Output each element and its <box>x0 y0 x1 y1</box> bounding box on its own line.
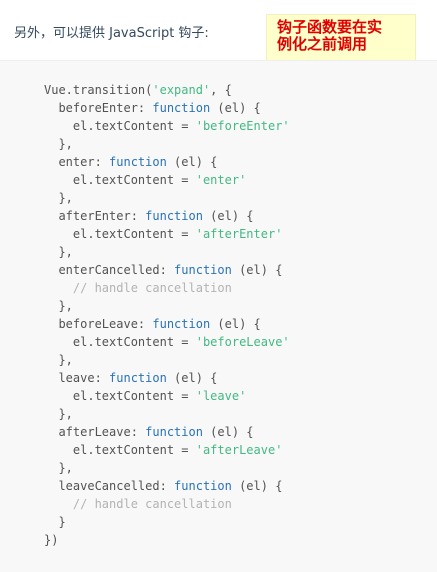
code-comment-token: // handle cancellation <box>72 497 232 511</box>
code-keyword-token: function <box>174 479 232 493</box>
code-line: }, <box>44 405 290 423</box>
code-keyword-token: function <box>145 209 203 223</box>
code-keyword-token: function <box>109 371 167 385</box>
code-string-token: 'expand' <box>152 83 211 97</box>
code-line: }, <box>44 351 290 369</box>
code-text-token: el.textContent = <box>72 173 196 187</box>
code-text-token: }, <box>58 191 73 205</box>
code-keyword-token: function <box>152 317 211 331</box>
code-text-token: , { <box>210 83 232 97</box>
code-line: enterCancelled: function (el) { <box>44 261 290 279</box>
code-line: // handle cancellation <box>44 279 290 297</box>
code-text-token: leave: <box>58 371 110 385</box>
code-line: el.textContent = 'afterEnter' <box>44 225 290 243</box>
code-keyword-token: function <box>152 101 211 115</box>
code-text-token: beforeLeave: <box>58 317 153 331</box>
code-line: el.textContent = 'enter' <box>44 171 290 189</box>
code-text-token: enter: <box>58 155 110 169</box>
code-text-token: (el) { <box>202 425 254 439</box>
code-text-token: }, <box>58 137 73 151</box>
code-text-token: }, <box>58 461 73 475</box>
code-text-token: afterEnter: <box>58 209 146 223</box>
code-text-token: afterLeave: <box>58 425 146 439</box>
code-line: }, <box>44 297 290 315</box>
code-text-token: }) <box>44 533 59 547</box>
code-comment-token: // handle cancellation <box>72 281 232 295</box>
code-line: }, <box>44 135 290 153</box>
code-keyword-token: function <box>174 263 232 277</box>
code-text-token: (el) { <box>231 479 283 493</box>
code-line: el.textContent = 'afterLeave' <box>44 441 290 459</box>
code-text-token: leaveCancelled: <box>58 479 175 493</box>
code-string-token: 'afterEnter' <box>195 227 283 241</box>
code-text-token: } <box>58 515 66 529</box>
code-line: el.textContent = 'beforeLeave' <box>44 333 290 351</box>
code-line: afterLeave: function (el) { <box>44 423 290 441</box>
code-keyword-token: function <box>109 155 167 169</box>
code-string-token: 'leave' <box>195 389 247 403</box>
code-line: el.textContent = 'beforeEnter' <box>44 117 290 135</box>
code-line: afterEnter: function (el) { <box>44 207 290 225</box>
code-line: beforeEnter: function (el) { <box>44 99 290 117</box>
code-line: }) <box>44 531 290 549</box>
code-text-token: el.textContent = <box>72 443 196 457</box>
code-text-token: (el) { <box>202 209 254 223</box>
code-line: beforeLeave: function (el) { <box>44 315 290 333</box>
code-text-token: (el) { <box>166 371 218 385</box>
code-text-token: (el) { <box>210 317 261 331</box>
annotation-note-line: 例化之前调用 <box>277 35 368 53</box>
code-text-token: (el) { <box>210 101 261 115</box>
code-line: // handle cancellation <box>44 495 290 513</box>
code-text-token: (el) { <box>231 263 283 277</box>
code-line: leave: function (el) { <box>44 369 290 387</box>
code-line: enter: function (el) { <box>44 153 290 171</box>
code-string-token: 'beforeLeave' <box>195 335 290 349</box>
code-string-token: 'enter' <box>195 173 247 187</box>
code-text-token: Vue.transition( <box>44 83 153 97</box>
code-line: }, <box>44 243 290 261</box>
annotation-note-line: 钩子函数要在实 <box>277 18 383 36</box>
code-line: }, <box>44 459 290 477</box>
code-text-token: el.textContent = <box>72 227 196 241</box>
code-string-token: 'afterLeave' <box>195 443 283 457</box>
code-line: } <box>44 513 290 531</box>
code-text-token: }, <box>58 407 73 421</box>
code-text-token: el.textContent = <box>72 335 196 349</box>
code-listing: Vue.transition('expand', { beforeEnter: … <box>44 81 290 549</box>
code-text-token: }, <box>58 299 73 313</box>
code-text-token: el.textContent = <box>72 119 196 133</box>
code-text-token: el.textContent = <box>72 389 196 403</box>
code-line: leaveCancelled: function (el) { <box>44 477 290 495</box>
code-block: Vue.transition('expand', { beforeEnter: … <box>0 60 437 572</box>
code-text-token: beforeEnter: <box>58 101 153 115</box>
code-line: el.textContent = 'leave' <box>44 387 290 405</box>
code-text-token: enterCancelled: <box>58 263 175 277</box>
code-text-token: (el) { <box>166 155 218 169</box>
code-text-token: }, <box>58 353 73 367</box>
code-keyword-token: function <box>145 425 203 439</box>
code-text-token: }, <box>58 245 73 259</box>
intro-paragraph: 另外，可以提供 JavaScript 钩子: <box>14 26 209 41</box>
code-line: }, <box>44 189 290 207</box>
code-line: Vue.transition('expand', { <box>44 81 290 99</box>
code-string-token: 'beforeEnter' <box>195 119 290 133</box>
